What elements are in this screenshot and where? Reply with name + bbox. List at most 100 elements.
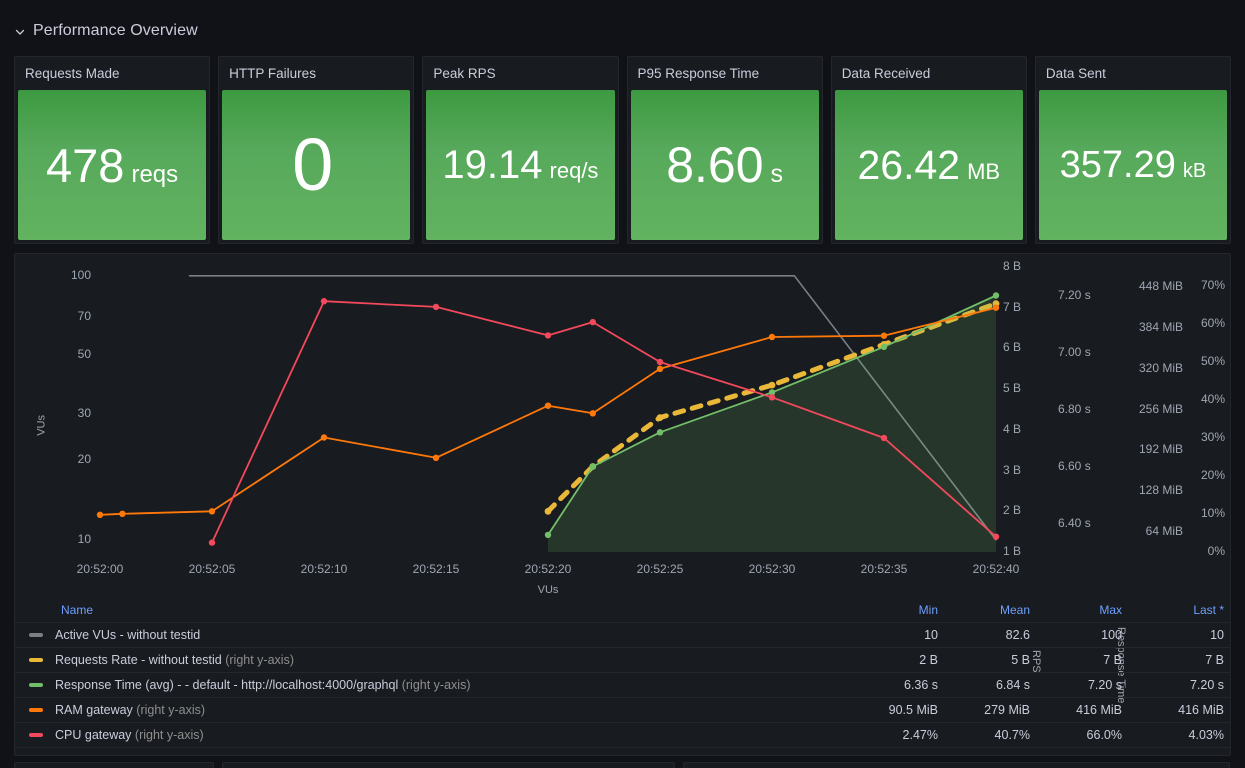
y-axis-tick-response-time: 7.20 s — [1058, 287, 1091, 302]
legend-table-wrapper[interactable]: Name Min Mean Max Last * Active VUs - wi… — [15, 599, 1230, 748]
legend-cell-mean: 6.84 s — [946, 672, 1038, 698]
stat-panel-body: 26.42 MB — [834, 90, 1023, 240]
y-axis-tick-percent: 30% — [1200, 430, 1225, 444]
y-axis-tick-memory: 256 MiB — [1138, 401, 1183, 416]
series-point — [432, 454, 440, 461]
y-axis-tick-rps: 8 B — [1003, 259, 1022, 273]
legend-row[interactable]: Active VUs - without testid 10 82.6 100 10 — [15, 622, 1230, 648]
legend-color-swatch-icon[interactable] — [29, 657, 43, 662]
series-point — [589, 318, 596, 326]
legend-series-name-cell[interactable]: Active VUs - without testid — [15, 622, 854, 648]
stat-panel-body: 8.60 s — [630, 90, 819, 240]
y-axis-tick-memory: 64 MiB — [1145, 523, 1183, 538]
stat-value: 19.14 — [442, 143, 543, 187]
legend-series-name-cell[interactable]: Response Time (avg) - - default - http:/… — [15, 672, 854, 698]
row-title: Performance Overview — [33, 22, 198, 39]
y-axis-tick-percent: 10% — [1200, 506, 1225, 520]
series-point — [992, 304, 1000, 311]
y-axis-tick-response-time: 7.00 s — [1058, 344, 1091, 359]
legend-series-label: RAM gateway — [55, 703, 133, 717]
stat-panel-requests-made[interactable]: Requests Made 478 reqs — [14, 56, 211, 244]
legend-color-swatch-icon[interactable] — [29, 682, 43, 687]
stat-panel-data-received[interactable]: Data Received 26.42 MB — [830, 56, 1027, 244]
stat-panel-body: 357.29 kB — [1038, 90, 1228, 240]
legend-row[interactable]: Response Time (avg) - - default - http:/… — [15, 672, 1230, 698]
stat-panel-body: 0 — [222, 90, 411, 240]
stat-panel-title: Requests Made — [25, 66, 120, 81]
stat-panel-title: P95 Response Time — [637, 66, 760, 81]
y-axis-tick-memory: 192 MiB — [1138, 442, 1183, 457]
y-axis-tick-percent: 0% — [1207, 544, 1225, 558]
legend-header-row: Name Min Mean Max Last * — [15, 599, 1230, 623]
legend-cell-max: 7.20 s — [1038, 672, 1130, 698]
series-point — [589, 463, 596, 470]
series-point — [320, 434, 328, 441]
series-point — [320, 298, 328, 305]
y-axis-tick-vus: 70 — [77, 308, 91, 323]
legend-row[interactable]: RAM gateway (right y-axis) 90.5 MiB 279 Mi… — [15, 697, 1230, 723]
legend-cell-mean: 40.7% — [946, 722, 1038, 748]
x-axis-tick: 20:52:00 — [76, 562, 124, 576]
legend-col-last[interactable]: Last * — [1130, 599, 1230, 623]
legend-color-swatch-icon[interactable] — [29, 707, 43, 712]
row-header-performance-overview[interactable]: Performance Overview — [14, 18, 198, 44]
chevron-down-icon[interactable] — [14, 26, 26, 38]
legend-col-mean[interactable]: Mean — [946, 599, 1038, 623]
partial-panel-3[interactable] — [683, 762, 1230, 768]
legend-col-name[interactable]: Name — [15, 599, 854, 623]
y-axis-tick-rps: 6 B — [1003, 340, 1022, 355]
partial-panel-1[interactable] — [14, 762, 214, 768]
legend-cell-max: 66.0% — [1038, 722, 1130, 748]
legend-cell-last: 416 MiB — [1130, 697, 1230, 723]
stat-panel-http-failures[interactable]: HTTP Failures 0 — [218, 56, 415, 244]
series-point — [208, 539, 216, 546]
y-axis-tick-vus: 20 — [77, 452, 91, 467]
legend-series-name-cell[interactable]: CPU gateway (right y-axis) — [15, 722, 854, 748]
y-axis-tick-percent: 20% — [1200, 468, 1225, 482]
y-axis-tick-response-time: 6.60 s — [1058, 458, 1091, 473]
x-axis-tick: 20:52:30 — [748, 562, 796, 576]
series-point — [119, 510, 126, 517]
y-axis-tick-response-time: 6.80 s — [1058, 401, 1091, 416]
stat-panel-peak-rps[interactable]: Peak RPS 19.14 req/s — [422, 56, 619, 244]
x-axis-tick: 20:52:25 — [636, 562, 684, 576]
stat-value: 8.60 — [666, 137, 764, 193]
legend-color-swatch-icon[interactable] — [29, 732, 43, 737]
y-axis-tick-percent: 70% — [1200, 278, 1225, 292]
stat-panel-body: 19.14 req/s — [426, 90, 615, 240]
series-point — [656, 365, 664, 372]
legend-color-swatch-icon[interactable] — [29, 632, 43, 637]
timeseries-panel[interactable]: 10 20 30 50 70 100 VUs 1 B 2 B 3 B 4 B 5 B 6 B 7 B 8 B… — [14, 253, 1231, 756]
stat-panel-p95-response-time[interactable]: P95 Response Time 8.60 s — [626, 56, 823, 244]
legend-cell-min: 90.5 MiB — [854, 697, 946, 723]
series-point — [656, 358, 664, 366]
legend-series-label: Response Time (avg) - - default - http:/… — [55, 678, 399, 692]
legend-cell-max: 7 B — [1038, 647, 1130, 673]
legend-series-name-cell[interactable]: RAM gateway (right y-axis) — [15, 697, 854, 723]
stat-panel-title: Data Received — [841, 66, 931, 81]
y-axis-tick-rps: 5 B — [1003, 381, 1022, 396]
stat-unit: MB — [967, 158, 1001, 184]
stat-panel-title: Data Sent — [1045, 66, 1106, 81]
partial-panel-2[interactable] — [222, 762, 675, 768]
series-point — [768, 381, 776, 389]
y-axis-tick-rps: 3 B — [1003, 462, 1022, 477]
series-point — [768, 333, 776, 341]
legend-cell-max: 416 MiB — [1038, 697, 1130, 723]
legend-row[interactable]: Requests Rate - without testid (right y-… — [15, 647, 1230, 673]
plot-area[interactable] — [15, 254, 1230, 594]
stat-panel-data-sent[interactable]: Data Sent 357.29 kB — [1034, 56, 1232, 244]
legend-row[interactable]: CPU gateway (right y-axis) 2.47% 40.7% 66.0… — [15, 722, 1230, 748]
legend-cell-last: 7.20 s — [1130, 672, 1230, 698]
series-point — [880, 332, 888, 339]
bottom-partial-panel-strip — [0, 762, 1245, 768]
y-axis-tick-percent: 60% — [1200, 316, 1225, 330]
legend-col-min[interactable]: Min — [854, 599, 946, 623]
legend-series-name-cell[interactable]: Requests Rate - without testid (right y-… — [15, 647, 854, 673]
legend-col-max[interactable]: Max — [1038, 599, 1130, 623]
legend-series-label: CPU gateway — [55, 728, 132, 742]
legend-cell-mean: 279 MiB — [946, 697, 1038, 723]
x-axis-tick: 20:52:10 — [300, 562, 348, 576]
y-axis-tick-vus: 50 — [77, 347, 91, 362]
legend-cell-mean: 5 B — [946, 647, 1038, 673]
